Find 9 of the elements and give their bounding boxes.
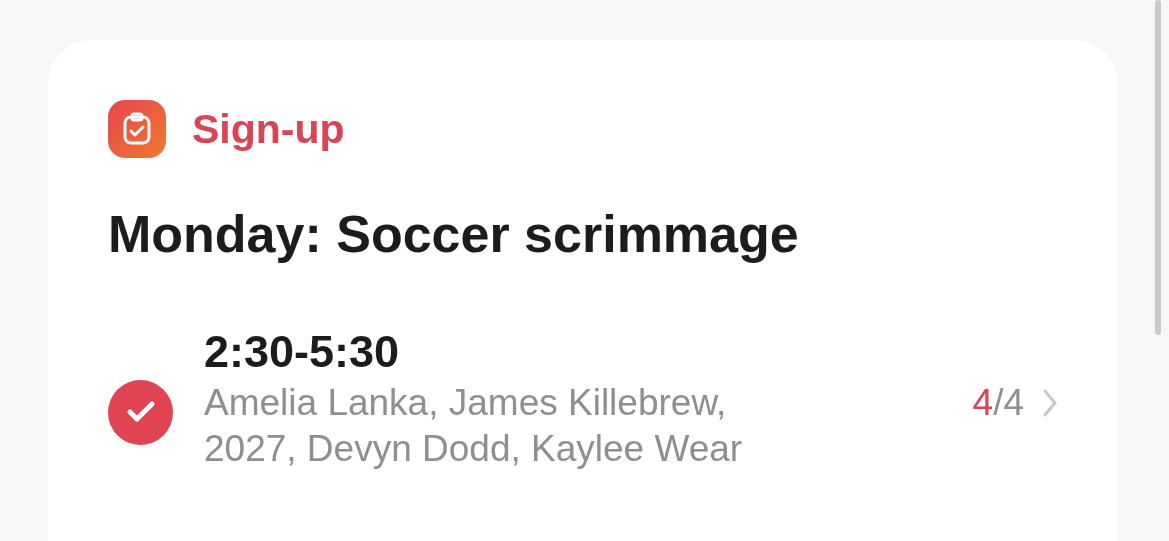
clipboard-icon — [108, 100, 166, 158]
category-label: Sign-up — [192, 105, 345, 153]
participant-names: Amelia Lanka, James Killebrew, 2027, Devyn Dodd, Kaylee Wear — [204, 381, 744, 471]
slot-count[interactable]: 4/4 — [972, 382, 1024, 424]
chevron-right-icon — [1042, 388, 1058, 418]
event-title: Monday: Soccer scrimmage — [108, 204, 800, 264]
scrollbar[interactable] — [1155, 0, 1161, 335]
check-icon — [125, 400, 156, 424]
slot-time: 2:30-5:30 — [204, 325, 401, 379]
